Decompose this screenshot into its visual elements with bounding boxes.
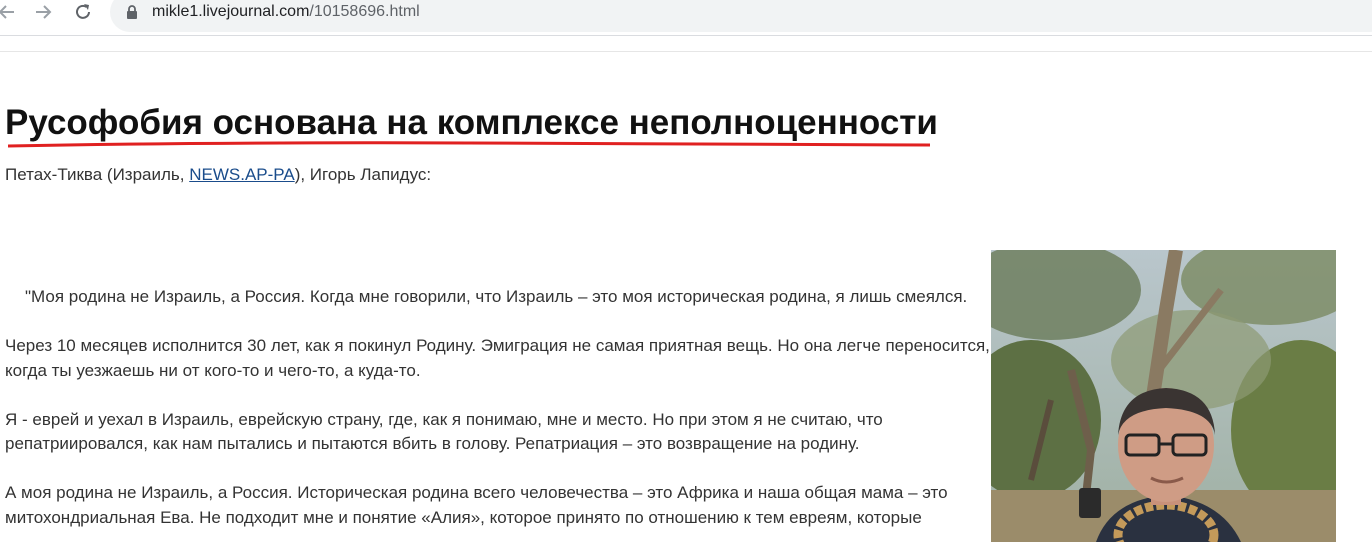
browser-toolbar: mikle1.livejournal.com/10158696.html xyxy=(0,0,1372,34)
url-text[interactable]: mikle1.livejournal.com/10158696.html xyxy=(152,2,420,22)
toolbar-divider xyxy=(0,35,1372,36)
url-path: /10158696.html xyxy=(309,3,420,20)
back-arrow-icon[interactable] xyxy=(0,0,20,24)
article-body: "Моя родина не Израиль, а Россия. Когда … xyxy=(5,285,990,542)
author-photo xyxy=(991,250,1336,542)
page-header-divider xyxy=(0,51,1372,52)
reload-icon[interactable] xyxy=(70,0,96,24)
article-paragraph: А моя родина не Израиль, а Россия. Истор… xyxy=(5,483,948,527)
article-paragraph: "Моя родина не Израиль, а Россия. Когда … xyxy=(25,287,968,306)
article-paragraph: Я - еврей и уехал в Израиль, еврейскую с… xyxy=(5,409,883,454)
article-paragraph: Через 10 месяцев исполнится 30 лет, как … xyxy=(5,336,990,380)
byline-suffix: ), Игорь Лапидус: xyxy=(294,165,432,184)
article-title: Русофобия основана на комплексе неполноц… xyxy=(5,103,938,142)
url-domain: mikle1.livejournal.com xyxy=(152,3,310,20)
source-link[interactable]: NEWS.AP-PA xyxy=(189,165,294,184)
article-byline: Петах-Тиква (Израиль, NEWS.AP-PA), Игорь… xyxy=(5,165,431,185)
address-bar[interactable]: mikle1.livejournal.com/10158696.html xyxy=(110,0,1372,32)
red-underline-annotation xyxy=(8,141,930,148)
lock-icon[interactable] xyxy=(126,4,138,25)
forward-arrow-icon[interactable] xyxy=(30,0,56,24)
byline-prefix: Петах-Тиква (Израиль, xyxy=(5,165,190,184)
